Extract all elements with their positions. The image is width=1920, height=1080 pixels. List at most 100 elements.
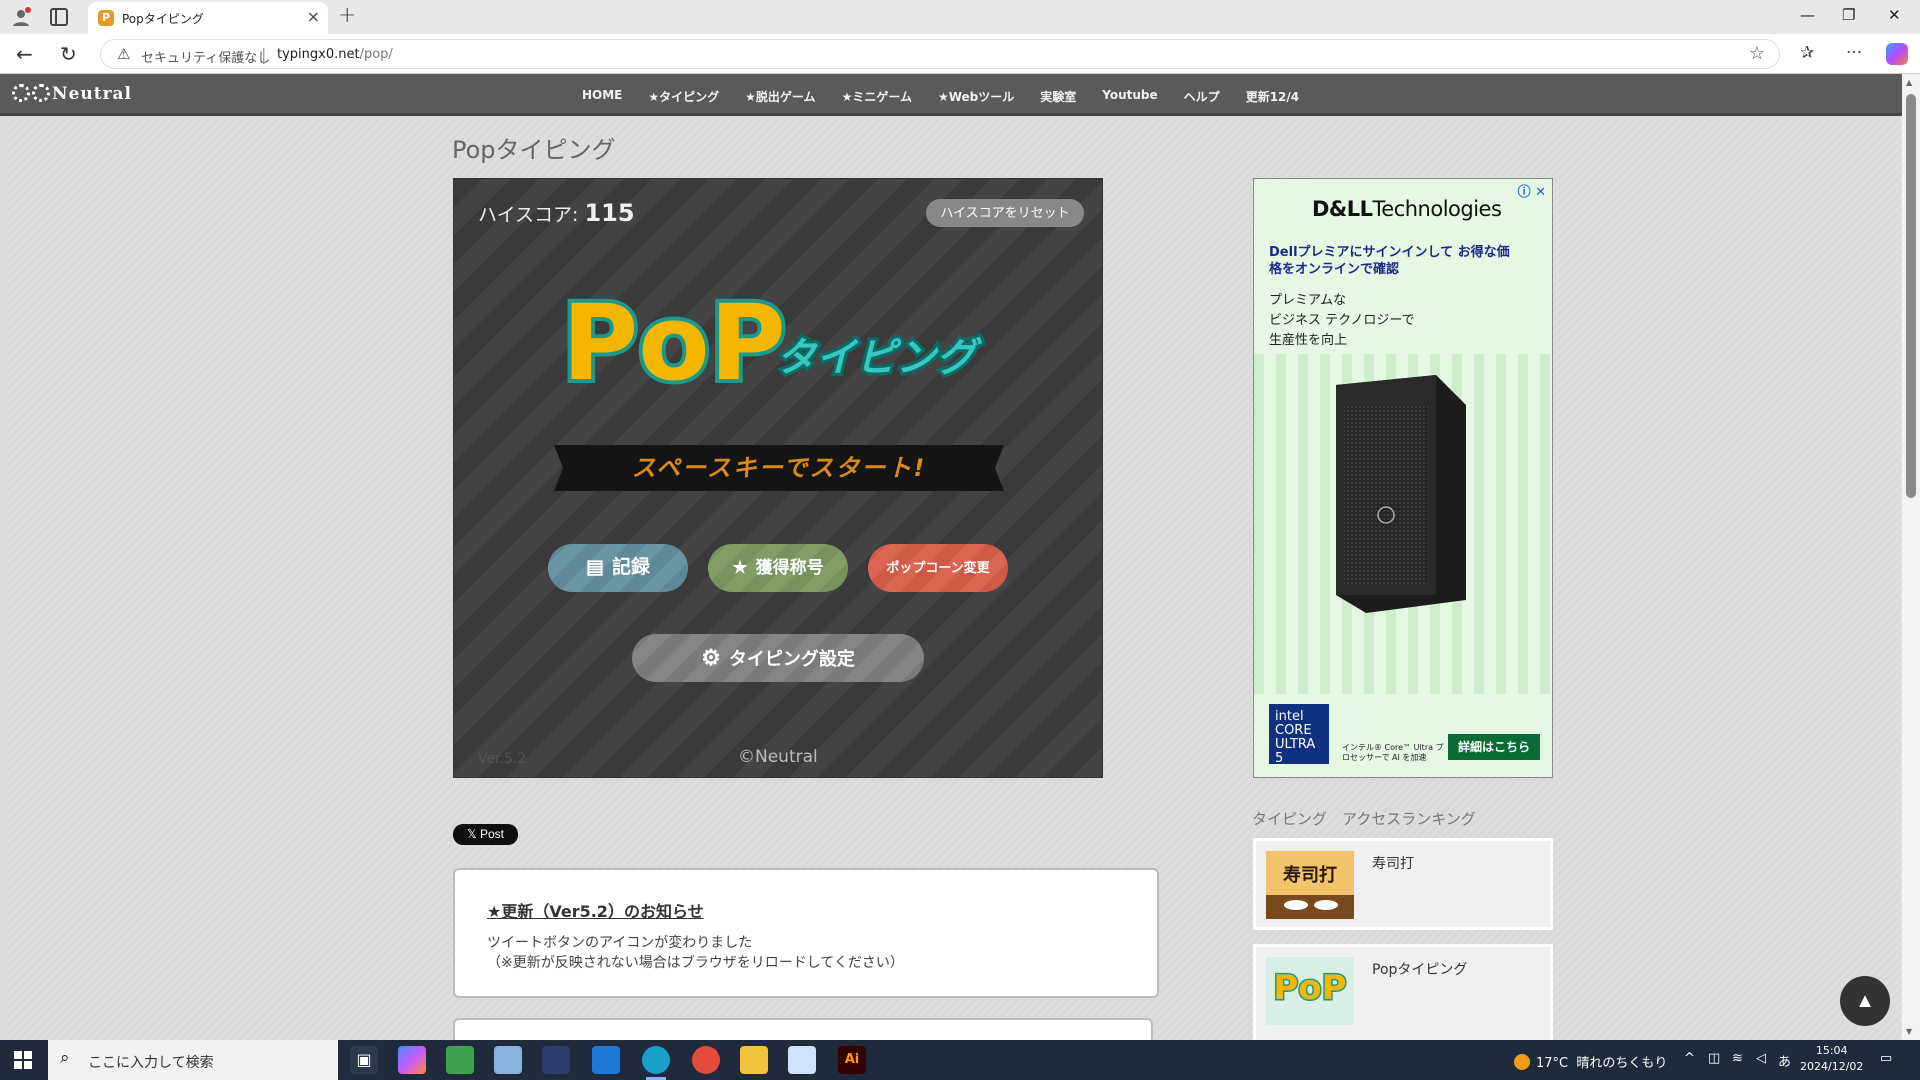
news-line: （※更新が反映されない場合はブラウザをリロードしてください） bbox=[487, 955, 904, 971]
new-tab-icon[interactable]: + bbox=[338, 3, 356, 28]
nav-updates[interactable]: 更新12/4 bbox=[1246, 88, 1299, 105]
profile-icon[interactable] bbox=[10, 6, 32, 28]
ad-sub-line: 生産性を向上 bbox=[1269, 333, 1348, 348]
url-text[interactable]: typingx0.net/pop/ bbox=[277, 47, 393, 62]
site-header: Neutral HOME ★タイピング ★脱出ゲーム ★ミニゲーム ★Webツー… bbox=[0, 74, 1902, 116]
task-view-icon[interactable]: ▣ bbox=[350, 1046, 378, 1074]
version-text: Ver.5.2 bbox=[478, 751, 527, 767]
ranking-item-name[interactable]: Popタイピング bbox=[1372, 959, 1467, 979]
ad-sub-line: ビジネス テクノロジーで bbox=[1269, 313, 1415, 328]
app-icon[interactable] bbox=[446, 1046, 474, 1074]
close-tab-icon[interactable]: × bbox=[307, 7, 320, 26]
ad-sub-line: プレミアムな bbox=[1269, 293, 1347, 308]
file-explorer-icon[interactable] bbox=[740, 1046, 768, 1074]
news-heading[interactable]: ★更新（Ver5.2）のお知らせ bbox=[487, 898, 704, 922]
logo-pop-text: PoP bbox=[562, 282, 786, 399]
scroll-up-icon[interactable]: ▲ bbox=[1906, 78, 1912, 87]
site-nav: HOME ★タイピング ★脱出ゲーム ★ミニゲーム ★Webツール 実験室 Yo… bbox=[582, 88, 1299, 105]
nav-mini-game[interactable]: ★ミニゲーム bbox=[842, 88, 912, 105]
dell-advertisement[interactable]: ⓘ ✕ D&LLTechnologies Dellプレミアにサインインして お得… bbox=[1253, 178, 1553, 778]
star-icon: ★ bbox=[732, 558, 748, 577]
back-to-top-button[interactable]: ▲ bbox=[1840, 976, 1890, 1026]
typing-settings-button[interactable]: ⚙ タイピング設定 bbox=[632, 634, 924, 682]
highscore-label: ハイスコア: bbox=[478, 204, 579, 226]
ime-indicator[interactable]: あ bbox=[1778, 1051, 1791, 1070]
vertical-scrollbar[interactable]: ▲ ▼ bbox=[1902, 74, 1920, 1040]
wifi-icon[interactable]: ≋ bbox=[1732, 1051, 1743, 1066]
nav-youtube[interactable]: Youtube bbox=[1102, 88, 1157, 105]
app-icon[interactable] bbox=[542, 1046, 570, 1074]
site-logo[interactable]: Neutral bbox=[12, 84, 132, 104]
weather-widget[interactable]: 17°C 晴れのちくもり bbox=[1514, 1052, 1667, 1071]
ad-details-button[interactable]: 詳細はこちら bbox=[1448, 734, 1540, 760]
ranking-item[interactable]: 寿司打 寿司打 bbox=[1253, 838, 1553, 930]
popcorn-change-button[interactable]: ポップコーン変更 bbox=[868, 544, 1008, 592]
copilot-icon[interactable] bbox=[1886, 43, 1908, 65]
back-icon[interactable]: ← bbox=[16, 42, 33, 66]
start-prompt: スペースキーでスタート! bbox=[554, 445, 1004, 491]
nav-web-tools[interactable]: ★Webツール bbox=[938, 88, 1014, 105]
tab-title: Popタイピング bbox=[122, 12, 204, 26]
news-line: ツイートボタンのアイコンが変わりました bbox=[487, 935, 753, 951]
tray-chevron-icon[interactable]: ^ bbox=[1684, 1051, 1695, 1066]
ranking-item-name[interactable]: 寿司打 bbox=[1372, 853, 1414, 873]
x-post-button[interactable]: 𝕏 Post bbox=[453, 824, 518, 845]
url-separator: | bbox=[261, 45, 267, 64]
highscore-value: 115 bbox=[584, 199, 635, 227]
url-host: typingx0.net bbox=[277, 47, 360, 62]
titles-button[interactable]: ★ 獲得称号 bbox=[708, 544, 848, 592]
reload-icon[interactable]: ↻ bbox=[60, 42, 77, 66]
ranking-item[interactable]: PoP Popタイピング bbox=[1253, 944, 1553, 1044]
settings-label: タイピング設定 bbox=[728, 649, 855, 669]
news-box: ★更新（Ver5.2）のお知らせ ツイートボタンのアイコンが変わりました （※更… bbox=[453, 868, 1159, 998]
game-panel[interactable]: ハイスコア: 115 ハイスコアをリセット PoP タイピング スペースキーでスタ… bbox=[453, 178, 1103, 778]
ad-brand: D&LLTechnologies bbox=[1312, 197, 1502, 221]
security-label[interactable]: セキュリティ保護なし bbox=[141, 47, 270, 66]
app-icon[interactable] bbox=[788, 1046, 816, 1074]
copilot-app-icon[interactable] bbox=[398, 1046, 426, 1074]
url-field[interactable]: ⚠ セキュリティ保護なし | typingx0.net/pop/ ☆ bbox=[100, 39, 1780, 69]
favorite-star-icon[interactable]: ☆ bbox=[1749, 43, 1765, 64]
clock-date: 2024/12/02 bbox=[1800, 1060, 1864, 1073]
scrollbar-thumb[interactable] bbox=[1906, 94, 1916, 498]
record-button[interactable]: ▤ 記録 bbox=[548, 544, 688, 592]
nav-home[interactable]: HOME bbox=[582, 88, 622, 105]
nav-lab[interactable]: 実験室 bbox=[1040, 88, 1076, 105]
minimize-icon[interactable]: — bbox=[1800, 6, 1815, 24]
warning-icon[interactable]: ⚠ bbox=[117, 45, 130, 63]
illustrator-icon[interactable]: Ai bbox=[838, 1046, 866, 1074]
titles-label: 獲得称号 bbox=[755, 558, 824, 577]
browser-tab-bar: P Popタイピング × + — ❐ ✕ bbox=[0, 0, 1920, 34]
favorites-icon[interactable]: ✰ bbox=[1800, 43, 1814, 63]
thumb-text: 寿司打 bbox=[1283, 864, 1337, 886]
network-icon[interactable]: ◫ bbox=[1708, 1051, 1720, 1066]
ad-close-icon[interactable]: ⓘ ✕ bbox=[1518, 181, 1546, 200]
vscode-icon[interactable] bbox=[592, 1046, 620, 1074]
gear-logo-icon bbox=[32, 84, 50, 102]
highscore: ハイスコア: 115 bbox=[478, 199, 635, 227]
logo-typing-text: タイピング bbox=[776, 335, 983, 381]
notification-icon[interactable]: ▭ bbox=[1880, 1051, 1892, 1066]
notepad-icon[interactable] bbox=[494, 1046, 522, 1074]
taskbar-clock[interactable]: 15:04 2024/12/02 bbox=[1800, 1043, 1863, 1075]
search-placeholder: ここに入力して検索 bbox=[88, 1055, 214, 1071]
browser-tab[interactable]: P Popタイピング × bbox=[88, 2, 328, 34]
gear-icon: ⚙ bbox=[701, 645, 721, 670]
restore-icon[interactable]: ❐ bbox=[1842, 6, 1855, 24]
chrome-icon[interactable] bbox=[692, 1046, 720, 1074]
edge-icon[interactable] bbox=[642, 1046, 670, 1080]
scroll-down-icon[interactable]: ▼ bbox=[1906, 1027, 1912, 1036]
nav-help[interactable]: ヘルプ bbox=[1184, 88, 1220, 105]
nav-escape-game[interactable]: ★脱出ゲーム bbox=[745, 88, 815, 105]
more-menu-icon[interactable]: ··· bbox=[1846, 43, 1862, 63]
windows-start-icon[interactable] bbox=[14, 1051, 32, 1069]
taskbar-search[interactable]: ⌕ ここに入力して検索 bbox=[48, 1040, 338, 1080]
tab-actions-icon[interactable] bbox=[50, 8, 68, 26]
ad-subtext: プレミアムな ビジネス テクノロジーで 生産性を向上 bbox=[1269, 291, 1519, 351]
ranking-heading: タイピング アクセスランキング bbox=[1252, 810, 1476, 828]
close-window-icon[interactable]: ✕ bbox=[1888, 6, 1901, 24]
page-title: Popタイピング bbox=[452, 136, 616, 164]
reset-highscore-button[interactable]: ハイスコアをリセット bbox=[926, 199, 1084, 227]
volume-icon[interactable]: ◁ bbox=[1756, 1051, 1766, 1066]
nav-typing[interactable]: ★タイピング bbox=[648, 88, 719, 105]
